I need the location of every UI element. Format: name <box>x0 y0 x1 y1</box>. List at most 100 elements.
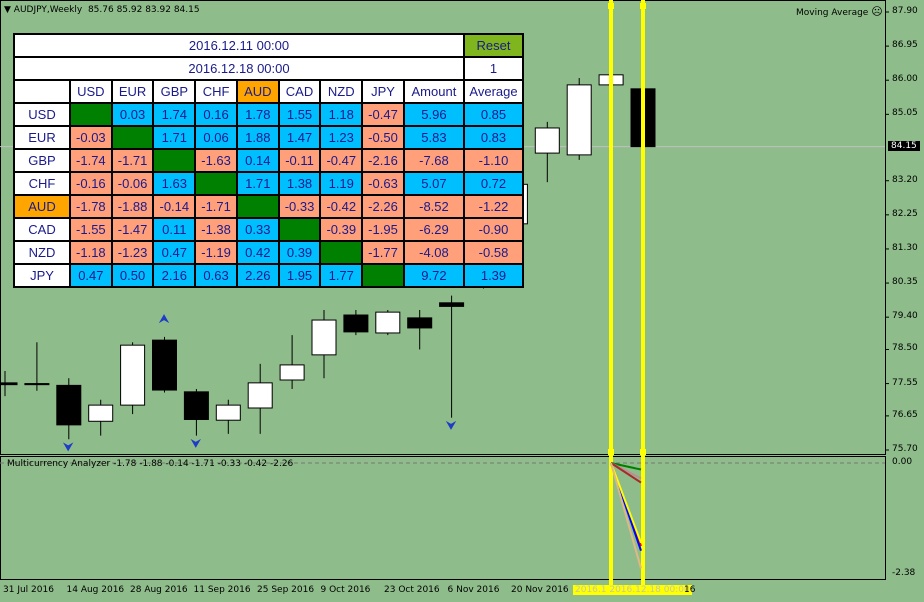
price-tick: 83.20 <box>892 174 918 185</box>
table-cell: -1.71 <box>110 148 155 173</box>
table-cell: -6.29 <box>402 217 466 242</box>
candle-body <box>56 384 82 426</box>
time-tick: 11 Sep 2016 <box>193 585 251 595</box>
column-header-jpy[interactable]: JPY <box>361 79 405 104</box>
table-cell: 0.50 <box>110 263 155 288</box>
table-cell: -0.63 <box>361 171 405 196</box>
price-tick: 87.90 <box>892 6 918 16</box>
table-cell: -4.08 <box>402 240 466 265</box>
table-cell: -0.11 <box>277 148 322 173</box>
table-cell: 1.23 <box>319 125 364 150</box>
table-cell <box>277 217 322 242</box>
sub-axis-top: 0.00 <box>892 457 913 467</box>
chart-header: ▼ AUDJPY,Weekly 85.76 85.92 83.92 84.15 <box>4 5 200 15</box>
date-from[interactable]: 2016.12.11 00:00 <box>13 33 465 58</box>
table-cell: 2.26 <box>235 263 280 288</box>
table-cell: 0.63 <box>194 263 238 288</box>
column-header-cad[interactable]: CAD <box>277 79 322 104</box>
row-header-cad[interactable]: CAD <box>13 217 71 242</box>
table-cell: 2.16 <box>152 263 197 288</box>
table-cell: -0.14 <box>152 194 197 219</box>
arrow-down-icon: ⮟ <box>446 419 457 434</box>
column-header-average[interactable]: Average <box>463 79 524 104</box>
sub-frame <box>0 456 886 580</box>
price-tick: 77.55 <box>892 377 918 388</box>
row-header-nzd[interactable]: NZD <box>13 240 71 265</box>
table-cell: -0.90 <box>463 217 524 242</box>
table-cell: 0.39 <box>277 240 322 265</box>
table-cell <box>194 171 238 196</box>
time-tick: 25 Sep 2016 <box>257 585 315 595</box>
current-price-label: 84.15 <box>888 141 920 151</box>
arrow-down-icon: ⮟ <box>190 437 201 452</box>
table-cell: 1.71 <box>235 171 280 196</box>
table-cell: 1.78 <box>235 102 280 127</box>
table-cell: -2.16 <box>361 148 405 173</box>
column-header-aud[interactable]: AUD <box>235 79 280 104</box>
table-row: AUD -1.78 -1.88 -0.14 -1.71 -0.33 -0.42 -2.26 -8… <box>13 194 524 219</box>
table-cell: -1.88 <box>110 194 155 219</box>
reset-button[interactable]: Reset <box>463 33 524 58</box>
vline-handle <box>608 449 614 455</box>
table-row: EUR -0.03 1.71 0.06 1.88 1.47 1.23 -0.50 5.83 0.8… <box>13 125 524 150</box>
candle-body <box>120 344 146 406</box>
table-cell: 0.14 <box>235 148 280 173</box>
time-tick: 9 Oct 2016 <box>320 585 371 595</box>
column-header-usd[interactable]: USD <box>68 79 113 104</box>
table-cell: 1.63 <box>152 171 197 196</box>
candle-body <box>88 404 114 422</box>
candle-body <box>534 127 560 154</box>
row-header-jpy[interactable]: JPY <box>13 263 71 288</box>
table-cell: 5.07 <box>402 171 466 196</box>
table-cell: -1.71 <box>194 194 238 219</box>
row-header-usd[interactable]: USD <box>13 102 71 127</box>
column-header-eur[interactable]: EUR <box>110 79 155 104</box>
table-cell: 1.88 <box>235 125 280 150</box>
table-cell: -1.18 <box>68 240 113 265</box>
candle-body <box>0 382 18 386</box>
currency-strength-table: 2016.12.11 00:00 Reset 2016.12.18 00:00 1 … <box>13 33 524 288</box>
arrow-down-icon: ⮟ <box>63 440 74 455</box>
row-header-eur[interactable]: EUR <box>13 125 71 150</box>
table-cell: -0.47 <box>319 148 364 173</box>
row-header-aud[interactable]: AUD <box>13 194 71 219</box>
table-cell: -0.06 <box>110 171 155 196</box>
table-cell <box>152 148 197 173</box>
candle-body <box>343 314 369 333</box>
table-cell: -0.16 <box>68 171 113 196</box>
candle-body <box>407 317 433 329</box>
table-cell: -2.26 <box>361 194 405 219</box>
time-tick: 6 Nov 2016 <box>447 585 500 595</box>
table-cell: -8.52 <box>402 194 466 219</box>
column-header-nzd[interactable]: NZD <box>319 79 364 104</box>
table-cell: -1.78 <box>68 194 113 219</box>
count-field[interactable]: 1 <box>463 56 524 81</box>
row-header-gbp[interactable]: GBP <box>13 148 71 173</box>
column-header-gbp[interactable]: GBP <box>152 79 197 104</box>
table-cell <box>235 194 280 219</box>
table-cell: -1.95 <box>361 217 405 242</box>
column-header-amount[interactable]: Amount <box>402 79 466 104</box>
table-cell: -1.63 <box>194 148 238 173</box>
table-cell: 1.47 <box>277 125 322 150</box>
price-tick: 86.00 <box>892 74 918 85</box>
table-cell: 0.85 <box>463 102 524 127</box>
date-to[interactable]: 2016.12.18 00:00 <box>13 56 465 81</box>
candle-body <box>24 383 50 386</box>
column-header-chf[interactable]: CHF <box>194 79 238 104</box>
candle-body <box>247 382 273 409</box>
table-row: CAD -1.55 -1.47 0.11 -1.38 0.33 -0.39 -1.95 -6.2… <box>13 217 524 242</box>
table-cell: -0.50 <box>361 125 405 150</box>
table-cell: -1.23 <box>110 240 155 265</box>
table-cell: 0.72 <box>463 171 524 196</box>
candle-body <box>439 302 465 307</box>
row-header-chf[interactable]: CHF <box>13 171 71 196</box>
candle-body <box>279 364 305 381</box>
indicator-label: Moving Average ☹ <box>796 5 883 18</box>
table-row: NZD -1.18 -1.23 0.47 -1.19 0.42 0.39 -1.77 -4.08… <box>13 240 524 265</box>
time-tick: 31 Jul 2016 <box>3 585 54 595</box>
time-tick: 23 Oct 2016 <box>384 585 440 595</box>
vline-handle <box>640 3 646 9</box>
indicator-name: Moving Average <box>796 8 869 18</box>
chart-window[interactable]: ⮝ ⮟ ⮟ ⮟ ▼ AUDJPY,Weekly 85.76 85.92 83.92 8… <box>0 0 924 602</box>
